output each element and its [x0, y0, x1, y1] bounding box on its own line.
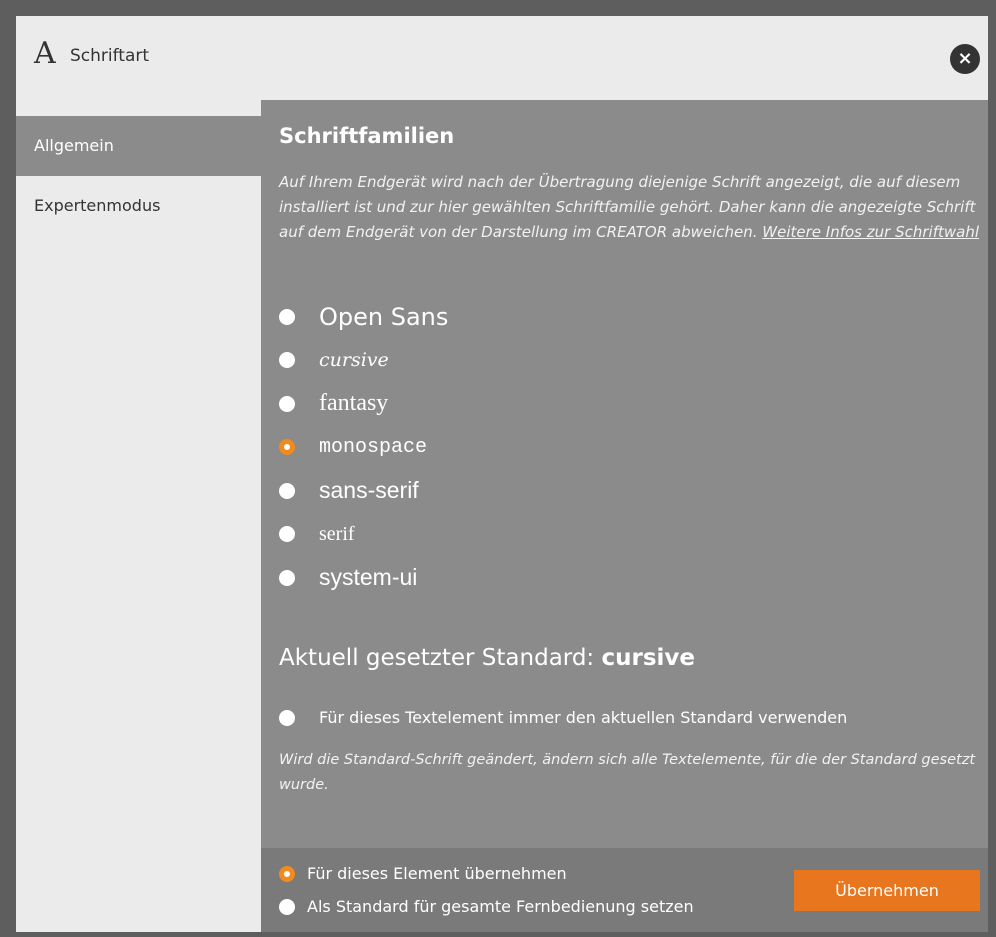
font-option-cursive[interactable]: cursive: [279, 339, 448, 383]
close-icon[interactable]: ×: [950, 44, 980, 74]
set-default-option[interactable]: Als Standard für gesamte Fernbedienung s…: [279, 897, 694, 916]
apply-element-option[interactable]: Für dieses Element übernehmen: [279, 864, 567, 883]
font-option-serif[interactable]: serif: [279, 513, 448, 557]
radio-icon[interactable]: [279, 569, 295, 586]
font-option-label: fantasy: [319, 390, 389, 417]
font-option-system-ui[interactable]: system-ui: [279, 556, 448, 600]
sidebar-item-allgemein[interactable]: Allgemein: [16, 116, 261, 176]
font-option-label: monospace: [319, 435, 428, 459]
standard-value: cursive: [601, 645, 696, 671]
standard-prefix: Aktuell gesetzter Standard:: [279, 645, 595, 671]
section-title: Schriftfamilien: [279, 124, 455, 148]
apply-button[interactable]: Übernehmen: [794, 870, 980, 911]
dialog-titlebar: A Schriftart ×: [16, 16, 988, 100]
radio-selected-icon[interactable]: [279, 865, 295, 882]
font-option-label: sans-serif: [319, 477, 419, 504]
font-option-monospace[interactable]: monospace: [279, 426, 448, 470]
use-standard-label: Für dieses Textelement immer den aktuell…: [319, 708, 848, 727]
font-family-radio-group: Open Sans cursive fantasy monospace sans…: [279, 295, 448, 600]
font-dialog: A Schriftart × Allgemein Expertenmodus S…: [16, 16, 988, 932]
font-option-sans-serif[interactable]: sans-serif: [279, 469, 448, 513]
font-option-label: system-ui: [319, 564, 418, 591]
font-option-label: serif: [319, 522, 355, 545]
radio-icon[interactable]: [279, 482, 295, 499]
sidebar: Allgemein Expertenmodus: [16, 116, 261, 236]
font-option-label: Open Sans: [319, 302, 449, 331]
radio-selected-icon[interactable]: [279, 439, 295, 456]
font-option-label: cursive: [319, 349, 389, 372]
dialog-title: Schriftart: [70, 46, 150, 66]
radio-icon[interactable]: [279, 709, 295, 726]
radio-icon[interactable]: [279, 395, 295, 412]
font-option-open-sans[interactable]: Open Sans: [279, 295, 448, 339]
radio-icon[interactable]: [279, 352, 295, 369]
radio-icon[interactable]: [279, 898, 295, 915]
standard-note: Wird die Standard-Schrift geändert, ände…: [279, 752, 976, 793]
sidebar-item-expertenmodus[interactable]: Expertenmodus: [16, 176, 261, 236]
set-default-label: Als Standard für gesamte Fernbedienung s…: [307, 897, 694, 916]
use-standard-option[interactable]: Für dieses Textelement immer den aktuell…: [279, 708, 847, 727]
radio-icon[interactable]: [279, 526, 295, 543]
dialog-footer: Für dieses Element übernehmen Als Standa…: [261, 848, 988, 932]
settings-panel: Schriftfamilien Auf Ihrem Endgerät wird …: [261, 100, 988, 848]
radio-icon[interactable]: [279, 308, 295, 325]
font-option-fantasy[interactable]: fantasy: [279, 382, 448, 426]
info-link[interactable]: Weitere Infos zur Schriftwahl: [762, 223, 979, 241]
description: Auf Ihrem Endgerät wird nach der Übertra…: [279, 170, 979, 245]
font-icon: A: [34, 36, 56, 71]
apply-element-label: Für dieses Element übernehmen: [307, 864, 567, 883]
current-standard: Aktuell gesetzter Standard: cursive: [279, 645, 695, 671]
